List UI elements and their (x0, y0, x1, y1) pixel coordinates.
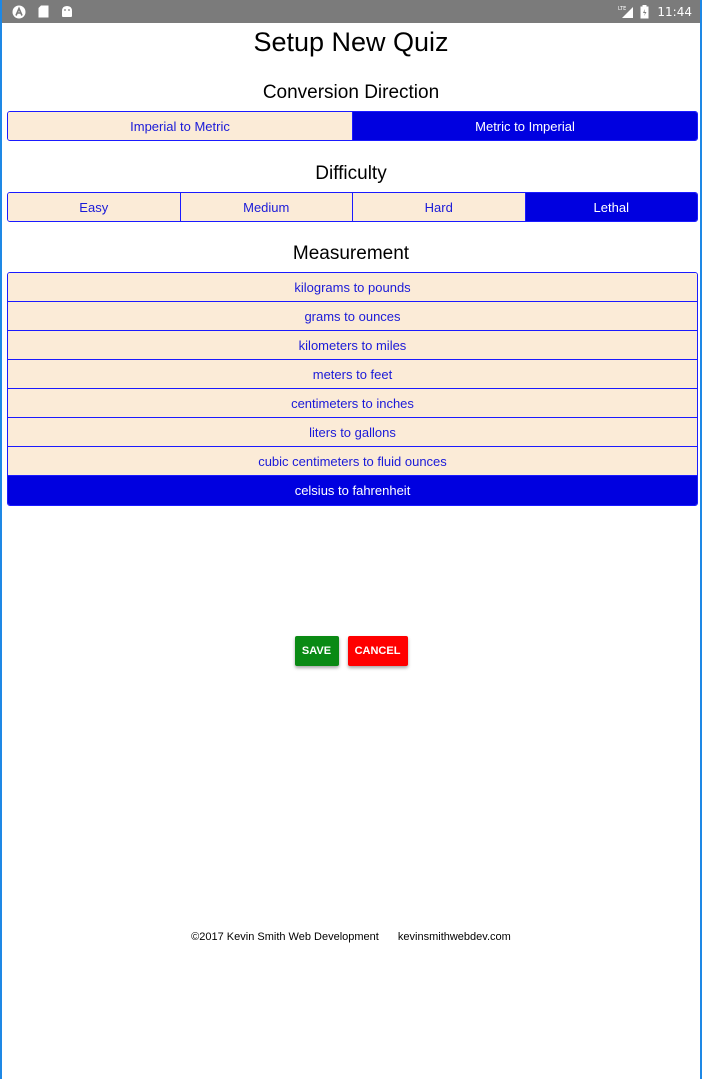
option-medium[interactable]: Medium (180, 193, 353, 221)
footer-website-link[interactable]: kevinsmithwebdev.com (398, 931, 511, 943)
app-a-icon (12, 5, 26, 19)
difficulty-heading: Difficulty (315, 163, 387, 184)
android-icon (61, 5, 73, 18)
option-metric-to-imperial[interactable]: Metric to Imperial (353, 112, 697, 140)
action-buttons: SAVE CANCEL (2, 636, 700, 666)
status-bar: LTE 11:44 (2, 0, 700, 23)
conversion-direction-heading: Conversion Direction (262, 82, 440, 103)
measurement-item-meters-to-feet[interactable]: meters to feet (8, 360, 697, 389)
app-screen: LTE 11:44 Setup New Quiz Conversion Dire… (0, 0, 702, 1079)
status-time: 11:44 (657, 4, 692, 19)
measurement-heading: Measurement (292, 243, 410, 264)
measurement-item-celsius-to-fahrenheit[interactable]: celsius to fahrenheit (8, 476, 697, 505)
measurement-item-centimeters-to-inches[interactable]: centimeters to inches (8, 389, 697, 418)
option-easy[interactable]: Easy (8, 193, 181, 221)
battery-icon (640, 4, 649, 19)
footer: ©2017 Kevin Smith Web Development kevins… (2, 931, 700, 943)
save-button[interactable]: SAVE (294, 636, 339, 666)
option-hard[interactable]: Hard (353, 193, 526, 221)
sd-card-icon (38, 5, 49, 18)
option-lethal[interactable]: Lethal (525, 193, 697, 221)
footer-copyright: ©2017 Kevin Smith Web Development (191, 931, 379, 943)
measurement-item-kilometers-to-miles[interactable]: kilometers to miles (8, 331, 697, 360)
measurement-item-cc-to-fluid-ounces[interactable]: cubic centimeters to fluid ounces (8, 447, 697, 476)
difficulty-selector: Easy Medium Hard Lethal (7, 192, 698, 222)
measurement-list: kilograms to pounds grams to ounces kilo… (7, 272, 698, 506)
measurement-item-liters-to-gallons[interactable]: liters to gallons (8, 418, 697, 447)
measurement-item-grams-to-ounces[interactable]: grams to ounces (8, 302, 697, 331)
status-bar-right: LTE 11:44 (618, 4, 692, 19)
page-title: Setup New Quiz (253, 27, 449, 57)
svg-text:LTE: LTE (618, 6, 626, 12)
measurement-item-kilograms-to-pounds[interactable]: kilograms to pounds (8, 273, 697, 302)
option-imperial-to-metric[interactable]: Imperial to Metric (8, 112, 353, 140)
conversion-direction-selector: Imperial to Metric Metric to Imperial (7, 111, 698, 141)
lte-signal-icon: LTE (618, 5, 634, 19)
status-bar-left (12, 5, 73, 19)
cancel-button[interactable]: CANCEL (347, 636, 408, 666)
